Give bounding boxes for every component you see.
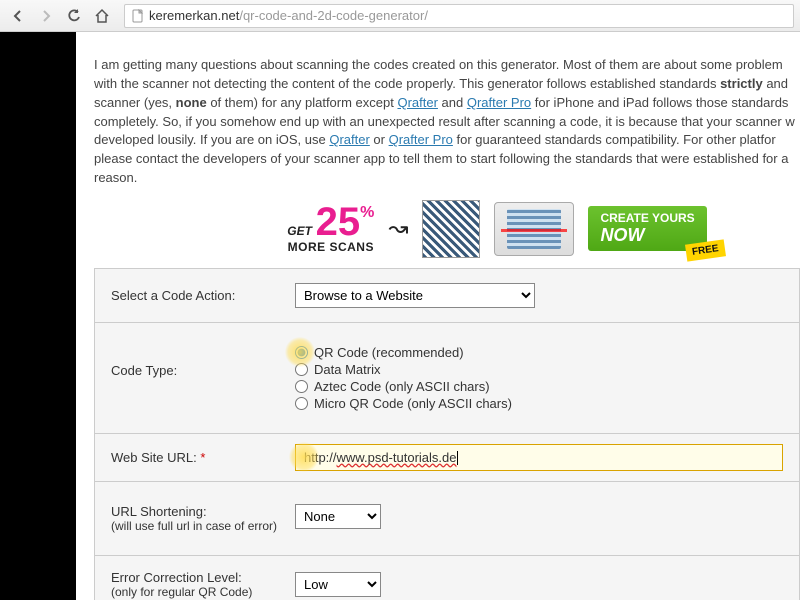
link-qrafter-pro-1[interactable]: Qrafter Pro bbox=[467, 95, 531, 110]
link-qrafter-1[interactable]: Qrafter bbox=[397, 95, 437, 110]
arrow-icon: ↝ bbox=[388, 214, 408, 243]
link-qrafter-pro-2[interactable]: Qrafter Pro bbox=[389, 132, 453, 147]
label-code-type: Code Type: bbox=[111, 363, 295, 378]
generator-form: Select a Code Action: Browse to a Websit… bbox=[94, 268, 800, 600]
radio-data-matrix[interactable]: Data Matrix bbox=[295, 362, 783, 377]
url-path: /qr-code-and-2d-code-generator/ bbox=[239, 8, 428, 23]
url-bar[interactable]: keremerkan.net/qr-code-and-2d-code-gener… bbox=[124, 4, 794, 28]
label-code-action: Select a Code Action: bbox=[111, 288, 295, 303]
forward-button[interactable] bbox=[34, 4, 58, 28]
back-button[interactable] bbox=[6, 4, 30, 28]
select-error-correction[interactable]: Low bbox=[295, 572, 381, 597]
label-error-correction: Error Correction Level: (only for regula… bbox=[111, 570, 295, 599]
link-qrafter-2[interactable]: Qrafter bbox=[329, 132, 369, 147]
create-yours-button[interactable]: CREATE YOURS NOW FREE bbox=[588, 206, 706, 251]
select-code-action[interactable]: Browse to a Website bbox=[295, 283, 535, 308]
page-icon bbox=[131, 9, 145, 23]
label-website-url: Web Site URL: * bbox=[111, 450, 295, 465]
radio-qr-code[interactable]: QR Code (recommended) bbox=[295, 345, 783, 360]
qr-sample-icon bbox=[422, 200, 480, 258]
url-domain: keremerkan.net bbox=[149, 8, 239, 23]
free-tag: FREE bbox=[685, 240, 726, 262]
intro-paragraph: I am getting many questions about scanni… bbox=[94, 56, 800, 188]
radio-aztec-input[interactable] bbox=[295, 380, 308, 393]
radio-qr-code-input[interactable] bbox=[295, 346, 308, 359]
select-url-shortening[interactable]: None bbox=[295, 504, 381, 529]
promo-banner: GET 25% MORE SCANS ↝ CREATE YOURS NOW FR… bbox=[94, 200, 800, 258]
label-url-shortening: URL Shortening: (will use full url in ca… bbox=[111, 504, 295, 533]
banner-get-more-scans: GET 25% MORE SCANS bbox=[287, 204, 374, 254]
radio-micro-qr-input[interactable] bbox=[295, 397, 308, 410]
row-code-type: Code Type: QR Code (recommended) Data Ma… bbox=[95, 323, 799, 434]
left-sidebar-black bbox=[0, 32, 76, 600]
phone-scan-icon bbox=[494, 202, 574, 256]
radio-group-code-type: QR Code (recommended) Data Matrix Aztec … bbox=[295, 345, 783, 411]
radio-data-matrix-input[interactable] bbox=[295, 363, 308, 376]
reload-button[interactable] bbox=[62, 4, 86, 28]
radio-aztec[interactable]: Aztec Code (only ASCII chars) bbox=[295, 379, 783, 394]
row-website-url: Web Site URL: * http://www.psd-tutorials… bbox=[95, 434, 799, 483]
home-button[interactable] bbox=[90, 4, 114, 28]
row-url-shortening: URL Shortening: (will use full url in ca… bbox=[95, 482, 799, 556]
row-error-correction: Error Correction Level: (only for regula… bbox=[95, 556, 799, 600]
radio-micro-qr[interactable]: Micro QR Code (only ASCII chars) bbox=[295, 396, 783, 411]
text-caret bbox=[457, 451, 458, 465]
browser-toolbar: keremerkan.net/qr-code-and-2d-code-gener… bbox=[0, 0, 800, 32]
row-code-action: Select a Code Action: Browse to a Websit… bbox=[95, 269, 799, 323]
page-content: I am getting many questions about scanni… bbox=[76, 32, 800, 600]
input-website-url[interactable]: http://www.psd-tutorials.de bbox=[295, 444, 783, 472]
